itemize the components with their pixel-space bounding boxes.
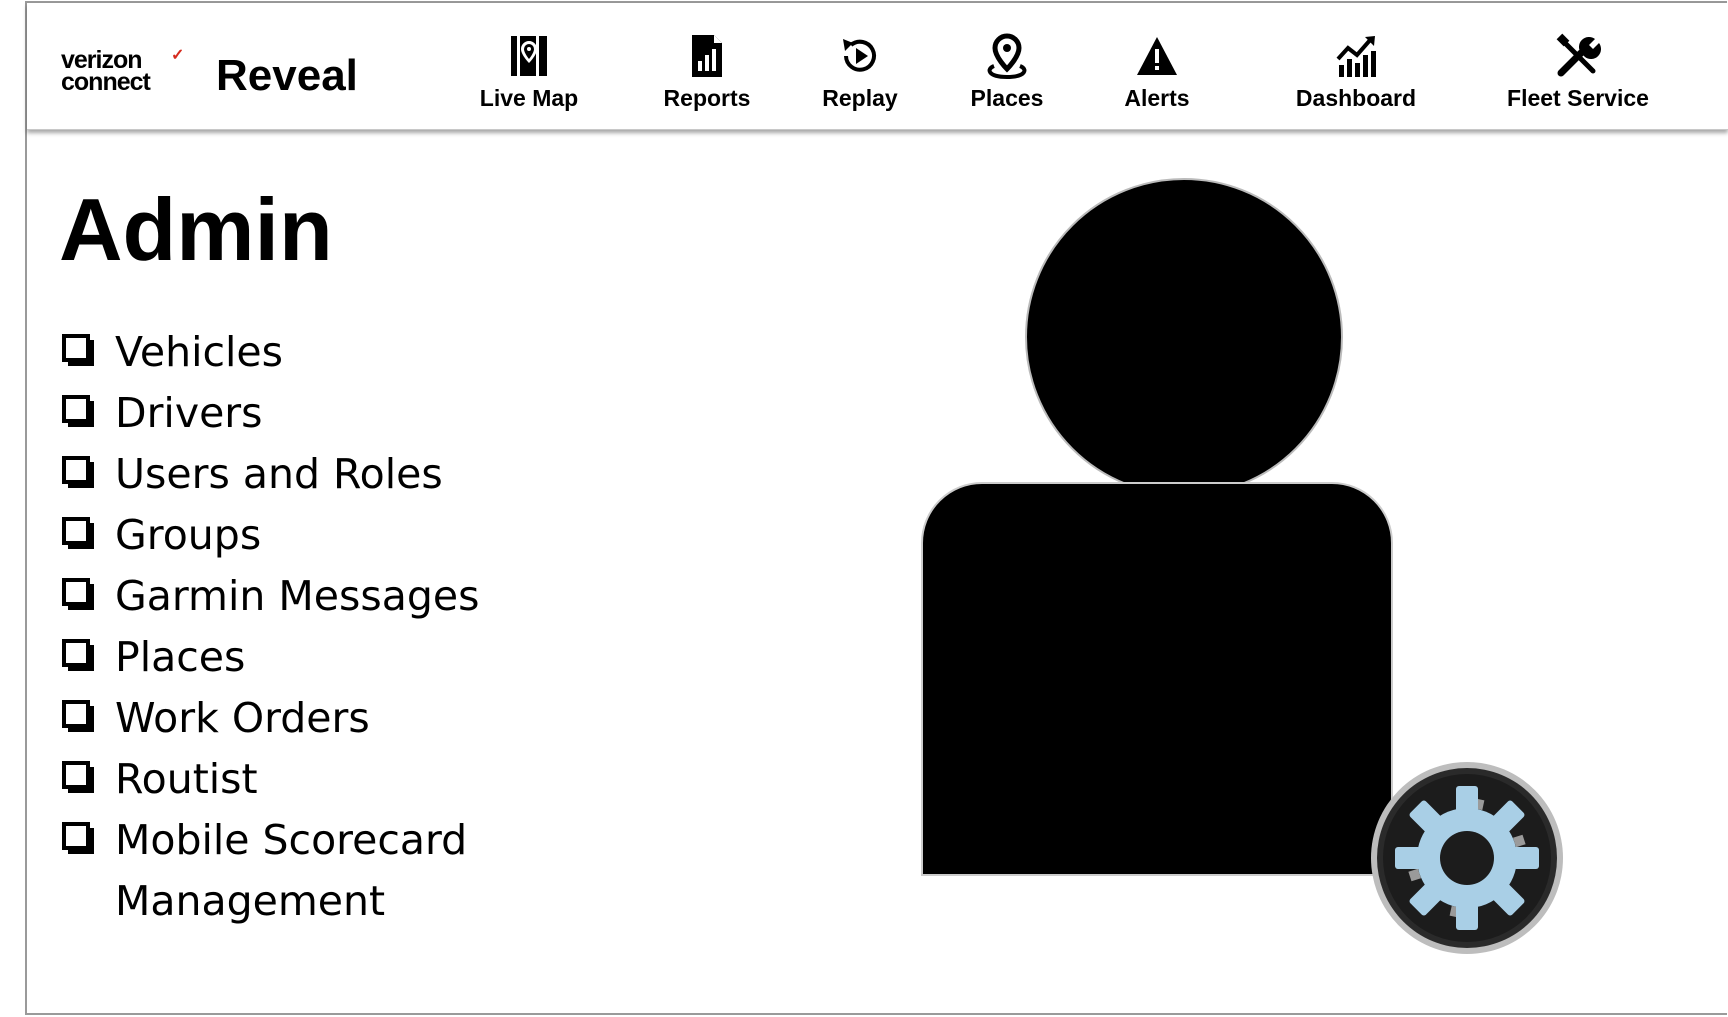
menu-item-label: Mobile Scorecard xyxy=(115,816,468,864)
admin-menu-list: Vehicles Drivers Users and Roles Groups … xyxy=(60,322,479,932)
menu-item-label: Vehicles xyxy=(115,328,283,376)
checkbox-icon[interactable] xyxy=(62,822,90,850)
user-head-shape xyxy=(1025,178,1343,496)
dashboard-icon xyxy=(1336,36,1376,77)
nav-label: Replay xyxy=(822,85,898,111)
menu-item-label: Work Orders xyxy=(115,694,370,742)
map-pin-icon xyxy=(511,36,547,76)
menu-item-work-orders[interactable]: Work Orders xyxy=(60,688,479,749)
nav-label: Places xyxy=(970,85,1044,111)
checkbox-icon[interactable] xyxy=(62,578,90,606)
menu-item-groups[interactable]: Groups xyxy=(60,505,479,566)
top-navigation-bar: verizon connect ✓ Reveal Live Map Report… xyxy=(27,3,1728,130)
checkbox-icon[interactable] xyxy=(62,334,90,362)
alert-icon xyxy=(1137,37,1177,75)
checkbox-icon[interactable] xyxy=(62,761,90,789)
nav-label: Reports xyxy=(663,85,751,111)
tools-icon xyxy=(1556,33,1601,77)
menu-item-label: Drivers xyxy=(115,389,263,437)
nav-reports[interactable]: Reports xyxy=(647,33,767,113)
nav-alerts[interactable]: Alerts xyxy=(1113,33,1201,113)
replay-icon xyxy=(843,39,876,72)
place-pin-icon xyxy=(987,33,1027,79)
menu-item-places[interactable]: Places xyxy=(60,627,479,688)
checkbox-icon[interactable] xyxy=(62,517,90,545)
nav-fleet-service[interactable]: Fleet Service xyxy=(1490,33,1666,113)
menu-item-drivers[interactable]: Drivers xyxy=(60,383,479,444)
admin-user-gear-icon xyxy=(921,178,1563,954)
nav-label: Dashboard xyxy=(1295,85,1417,111)
product-name: Reveal xyxy=(216,51,358,100)
nav-replay[interactable]: Replay xyxy=(805,33,915,113)
menu-item-label: Groups xyxy=(115,511,262,559)
nav-label: Fleet Service xyxy=(1507,85,1649,111)
menu-item-label: Garmin Messages xyxy=(115,572,480,620)
menu-item-vehicles[interactable]: Vehicles xyxy=(60,322,479,383)
logo-line-connect: connect xyxy=(61,68,151,96)
nav-label: Live Map xyxy=(479,85,579,111)
report-icon xyxy=(692,35,722,77)
logo-check-icon: ✓ xyxy=(171,47,185,64)
nav-dashboard[interactable]: Dashboard xyxy=(1281,33,1431,113)
menu-item-users-and-roles[interactable]: Users and Roles xyxy=(60,444,479,505)
menu-item-mobile-scorecard-management[interactable]: Mobile Scorecard Management xyxy=(60,810,479,932)
checkbox-icon[interactable] xyxy=(62,639,90,667)
checkbox-icon[interactable] xyxy=(62,395,90,423)
checkbox-icon[interactable] xyxy=(62,456,90,484)
page-title: Admin xyxy=(59,180,333,279)
menu-item-garmin-messages[interactable]: Garmin Messages xyxy=(60,566,479,627)
menu-item-label: Places xyxy=(115,633,246,681)
nav-live-map[interactable]: Live Map xyxy=(473,33,585,113)
menu-item-label: Users and Roles xyxy=(115,450,443,498)
user-body-shape xyxy=(921,482,1393,876)
checkbox-icon[interactable] xyxy=(62,700,90,728)
menu-item-routist[interactable]: Routist xyxy=(60,749,479,810)
menu-item-label-continued: Management xyxy=(115,877,386,925)
nav-label: Alerts xyxy=(1124,85,1190,111)
settings-gear-icon xyxy=(1371,762,1563,954)
verizon-connect-logo: verizon connect xyxy=(61,48,181,96)
menu-item-label: Routist xyxy=(115,755,258,803)
nav-places[interactable]: Places xyxy=(957,33,1057,113)
